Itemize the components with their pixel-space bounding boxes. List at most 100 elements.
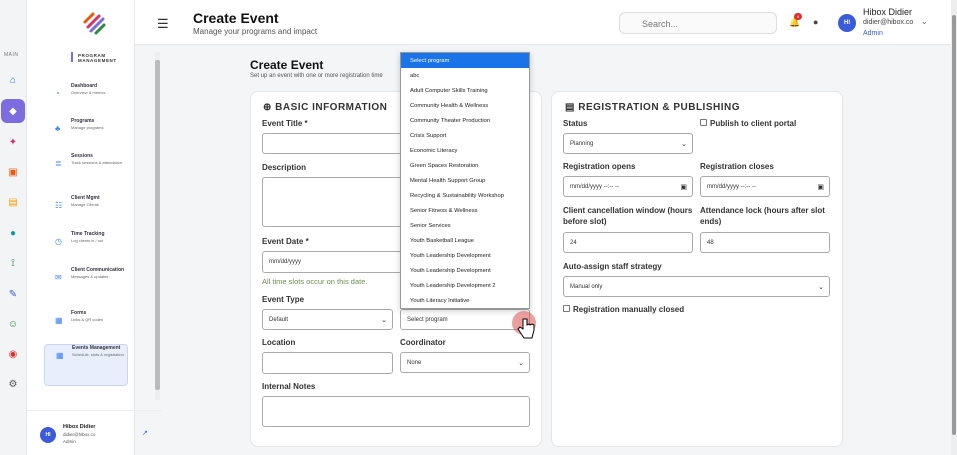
status-select[interactable]: Planning ⌄ [563, 133, 693, 154]
sidebar-item-title: Sessions [71, 153, 93, 159]
dropdown-option[interactable]: Mental Health Support Group [401, 173, 529, 188]
dropdown-option[interactable]: Recycling & Sustainability Workshop [401, 188, 529, 203]
top-header: ☰ Create Event Manage your programs and … [135, 0, 957, 45]
closes-input[interactable]: mm/dd/yyyy --:-- -- ▣ [700, 176, 830, 197]
dropdown-option[interactable]: Youth Basketball League [401, 233, 529, 248]
section-marker [71, 52, 73, 62]
header-avatar[interactable]: HI [838, 14, 856, 32]
manually-closed-checkbox[interactable] [563, 305, 570, 312]
sidebar-item-subtitle: Track sessions & attendance [71, 160, 123, 165]
opens-label: Registration opens [563, 162, 636, 171]
sidebar-scrollbar[interactable] [155, 52, 160, 400]
strategy-select[interactable]: Manual only ⌄ [563, 276, 830, 297]
coordinator-select[interactable]: None ⌄ [400, 352, 530, 373]
opens-input[interactable]: mm/dd/yyyy --:-- -- ▣ [563, 176, 693, 197]
book-icon[interactable]: ▤ [1, 190, 25, 214]
closes-label: Registration closes [700, 162, 774, 171]
dropdown-option[interactable]: Community Theater Production [401, 113, 529, 128]
hand-cursor-icon [517, 318, 535, 339]
page-scrollbar[interactable] [951, 0, 957, 455]
sidebar-user[interactable]: HI Hibox Didier didier@hibox.co Admin ↗ [27, 410, 162, 455]
event-type-select[interactable]: Default ⌄ [262, 309, 393, 330]
sidebar-item-client-communication[interactable]: ✉ Client Communication Messages & updates [44, 267, 128, 295]
dropdown-option[interactable]: Select program [401, 53, 529, 68]
event-title-input[interactable] [262, 133, 402, 154]
dropdown-option[interactable]: Senior Fitness & Wellness [401, 203, 529, 218]
dropdown-option[interactable]: abc [401, 68, 529, 83]
notes-textarea[interactable] [262, 396, 530, 427]
sidebar-item-events-management[interactable]: ▦ Events Management Schedule, slots & regi… [44, 344, 128, 386]
search-input[interactable]: Search... [619, 12, 777, 34]
sidebar-item-client-mgmt[interactable]: ☷ Client Mgmt Manage Clients [44, 195, 128, 217]
sidebar-item-time-tracking[interactable]: ◷ Time Tracking Log clients in / out [44, 231, 128, 253]
dropdown-option[interactable]: Community Health & Wellness [401, 98, 529, 113]
sidebar-item-dashboard[interactable]: ◔ Dashboard Overview & metrics [44, 83, 128, 105]
section-title: PROGRAM MANAGEMENT [78, 53, 117, 63]
cancel-window-label: Client cancellation window (hours before… [563, 206, 693, 226]
publish-label: Publish to client portal [710, 119, 797, 128]
attendance-lock-input[interactable]: 48 [700, 232, 830, 253]
tree-icon: ♣ [55, 124, 61, 133]
theme-icon[interactable]: ● [813, 17, 818, 27]
sidebar-item-subtitle: Log clients in / out [71, 238, 104, 243]
clients-icon: ☷ [55, 201, 63, 210]
event-date-input[interactable]: mm/dd/yyyy [262, 251, 402, 273]
home-icon[interactable]: ⌂ [1, 68, 25, 92]
header-user-name: Hibox Didier [863, 7, 913, 17]
sessions-icon: ≣ [55, 159, 62, 168]
rocket-icon[interactable]: ✦ [1, 130, 25, 154]
menu-icon[interactable]: ☰ [157, 16, 169, 32]
strategy-label: Auto-assign staff strategy [563, 262, 662, 271]
dropdown-option[interactable]: Crisis Support [401, 128, 529, 143]
dropdown-option[interactable]: Youth Leadership Development 2 [401, 278, 529, 293]
registration-heading: ▤ REGISTRATION & PUBLISHING [565, 102, 740, 113]
program-select[interactable]: Select program [400, 309, 530, 330]
external-link-icon[interactable]: ↗ [142, 429, 148, 437]
chart-icon[interactable]: ◆ [1, 99, 25, 123]
sidebar-item-title: Programs [71, 118, 95, 124]
dropdown-option[interactable]: Youth Leadership Development [401, 248, 529, 263]
avatar: HI [40, 427, 56, 443]
dropdown-option[interactable]: Economic Literacy [401, 143, 529, 158]
calendar-icon: ▣ [680, 183, 687, 191]
dropdown-option[interactable]: Adult Computer Skills Training [401, 83, 529, 98]
sidebar-item-subtitle: Messages & updates [71, 274, 109, 279]
target-icon[interactable]: ● [1, 221, 25, 245]
chevron-down-icon[interactable]: ⌄ [921, 17, 928, 26]
sidebar-item-title: Client Communication [71, 267, 125, 273]
settings-icon[interactable]: ⚙ [1, 372, 25, 396]
dropdown-option[interactable]: Youth Leadership Development [401, 263, 529, 278]
coordinator-label: Coordinator [400, 338, 446, 347]
sidebar-item-sessions[interactable]: ≣ Sessions Track sessions & attendance [44, 153, 128, 181]
location-input[interactable] [262, 352, 393, 374]
flow-icon[interactable]: ⟟ [1, 251, 25, 275]
basic-info-heading: ⊕ BASIC INFORMATION [263, 102, 388, 113]
calendar-icon[interactable]: ▣ [1, 160, 25, 184]
sidebar-item-programs[interactable]: ♣ Programs Manage programs [44, 118, 128, 140]
publish-checkbox[interactable] [700, 119, 707, 126]
sidebar-item-subtitle: Schedule, slots & registration [72, 352, 124, 357]
cancel-window-input[interactable]: 24 [563, 232, 693, 253]
notes-icon[interactable]: ✎ [1, 282, 25, 306]
sidebar-item-forms[interactable]: ▦ Forms Links & QR codes [44, 310, 128, 332]
pie-icon: ◔ [55, 89, 60, 98]
video-icon[interactable]: ◉ [1, 342, 25, 366]
event-type-label: Event Type [262, 295, 305, 304]
dropdown-option[interactable]: Senior Services [401, 218, 529, 233]
description-textarea[interactable] [262, 177, 402, 227]
sidebar-item-title: Events Management [72, 345, 121, 351]
chevron-down-icon: ⌄ [381, 316, 387, 324]
attendance-lock-label: Attendance lock (hours after slot ends) [700, 206, 825, 226]
chat-icon: ✉ [55, 273, 62, 282]
user-name: Hibox Didier [63, 424, 96, 430]
search-placeholder: Search... [642, 19, 679, 29]
chevron-down-icon: ⌄ [818, 283, 824, 291]
event-date-label: Event Date * [262, 237, 309, 246]
event-title-label: Event Title * [262, 119, 308, 128]
dropdown-option[interactable]: Youth Literacy Initiative [401, 293, 529, 308]
dropdown-option[interactable]: Green Spaces Restoration [401, 158, 529, 173]
program-dropdown[interactable]: Select program abc Adult Computer Skills T… [400, 52, 530, 309]
users-icon[interactable]: ☺ [1, 312, 25, 336]
sidebar-item-subtitle: Manage programs [71, 125, 104, 130]
sidebar-item-subtitle: Links & QR codes [71, 317, 104, 322]
